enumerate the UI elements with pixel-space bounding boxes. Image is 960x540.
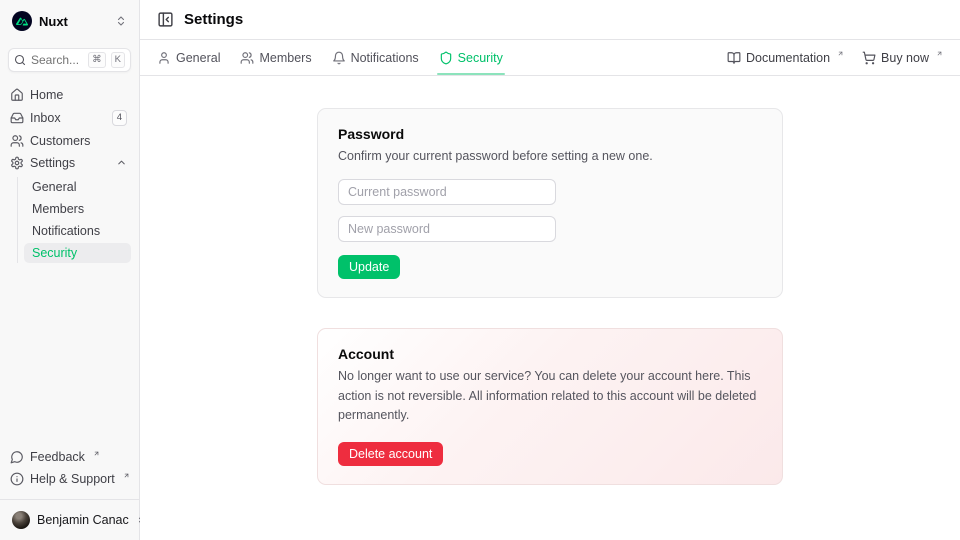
- settings-submenu: General Members Notifications Security: [17, 177, 131, 263]
- settings-tabbar: General Members Notifications Security D…: [140, 40, 960, 76]
- sidebar-subitem-members[interactable]: Members: [24, 199, 131, 219]
- book-open-icon: [727, 51, 741, 65]
- external-link-icon: [123, 472, 130, 479]
- security-settings-content: Password Confirm your current password b…: [140, 76, 960, 540]
- sidebar: Nuxt Search... ⌘ K Home Inbox 4 Customer…: [0, 0, 140, 540]
- sidebar-footer: Feedback Help & Support Benjamin Canac: [8, 447, 131, 532]
- sidebar-item-customers[interactable]: Customers: [8, 131, 131, 151]
- password-card-title: Password: [338, 126, 762, 142]
- search-icon: [14, 54, 26, 66]
- search-input[interactable]: Search... ⌘ K: [8, 48, 131, 72]
- chevron-up-icon: [116, 157, 127, 168]
- new-password-field[interactable]: [338, 216, 556, 242]
- sidebar-item-home[interactable]: Home: [8, 85, 131, 105]
- sidebar-subitem-security[interactable]: Security: [24, 243, 131, 263]
- tab-label: General: [176, 51, 220, 65]
- page-title: Settings: [184, 11, 243, 28]
- password-card: Password Confirm your current password b…: [317, 108, 783, 298]
- buy-now-link[interactable]: Buy now: [862, 51, 943, 65]
- message-circle-icon: [10, 450, 24, 464]
- chevrons-up-down-icon: [115, 15, 127, 27]
- tab-members[interactable]: Members: [240, 40, 311, 75]
- help-support-link[interactable]: Help & Support: [8, 469, 131, 489]
- tabbar-actions: Documentation Buy now: [727, 40, 943, 75]
- house-icon: [10, 88, 24, 102]
- sidebar-item-inbox[interactable]: Inbox 4: [8, 107, 131, 129]
- user-icon: [157, 51, 171, 65]
- external-link-icon: [936, 50, 943, 57]
- tab-notifications[interactable]: Notifications: [332, 40, 419, 75]
- action-label: Documentation: [746, 51, 830, 65]
- sidebar-item-label: Settings: [30, 156, 75, 170]
- external-link-icon: [93, 450, 100, 457]
- account-card: Account No longer want to use our servic…: [317, 328, 783, 484]
- shield-icon: [439, 51, 453, 65]
- kbd-k: K: [111, 52, 125, 68]
- action-label: Buy now: [881, 51, 929, 65]
- info-icon: [10, 472, 24, 486]
- update-password-button[interactable]: Update: [338, 255, 400, 279]
- kbd-cmd: ⌘: [88, 52, 106, 68]
- user-menu[interactable]: Benjamin Canac: [8, 502, 131, 532]
- feedback-link[interactable]: Feedback: [8, 447, 131, 467]
- sidebar-subitem-general[interactable]: General: [24, 177, 131, 197]
- account-card-title: Account: [338, 346, 762, 362]
- users-icon: [10, 134, 24, 148]
- sidebar-subitem-notifications[interactable]: Notifications: [24, 221, 131, 241]
- gear-icon: [10, 156, 24, 170]
- workspace-switcher[interactable]: Nuxt: [8, 8, 131, 34]
- tab-general[interactable]: General: [157, 40, 220, 75]
- footer-item-label: Feedback: [30, 450, 85, 464]
- shopping-cart-icon: [862, 51, 876, 65]
- tab-label: Members: [259, 51, 311, 65]
- page-header: Settings: [140, 0, 960, 40]
- divider: [0, 499, 139, 500]
- workspace-name: Nuxt: [39, 14, 68, 29]
- search-placeholder: Search...: [31, 53, 83, 67]
- documentation-link[interactable]: Documentation: [727, 51, 844, 65]
- tab-label: Notifications: [351, 51, 419, 65]
- tab-label: Security: [458, 51, 503, 65]
- users-icon: [240, 51, 254, 65]
- sidebar-nav: Home Inbox 4 Customers Settings General …: [8, 85, 131, 263]
- account-card-description: No longer want to use our service? You c…: [338, 367, 762, 425]
- sidebar-item-settings[interactable]: Settings: [8, 153, 131, 173]
- avatar: [12, 511, 30, 529]
- tab-security[interactable]: Security: [439, 40, 503, 75]
- external-link-icon: [837, 50, 844, 57]
- sidebar-item-label: Home: [30, 88, 63, 102]
- panel-left-close-icon[interactable]: [157, 11, 174, 28]
- inbox-count-badge: 4: [112, 110, 127, 126]
- nuxt-logo-icon: [12, 11, 32, 31]
- bell-icon: [332, 51, 346, 65]
- delete-account-button[interactable]: Delete account: [338, 442, 443, 466]
- inbox-icon: [10, 111, 24, 125]
- footer-item-label: Help & Support: [30, 472, 115, 486]
- current-password-field[interactable]: [338, 179, 556, 205]
- user-name: Benjamin Canac: [37, 513, 129, 527]
- main-panel: Settings General Members Notifications S…: [140, 0, 960, 540]
- password-card-description: Confirm your current password before set…: [338, 147, 762, 166]
- sidebar-item-label: Customers: [30, 134, 90, 148]
- sidebar-item-label: Inbox: [30, 111, 61, 125]
